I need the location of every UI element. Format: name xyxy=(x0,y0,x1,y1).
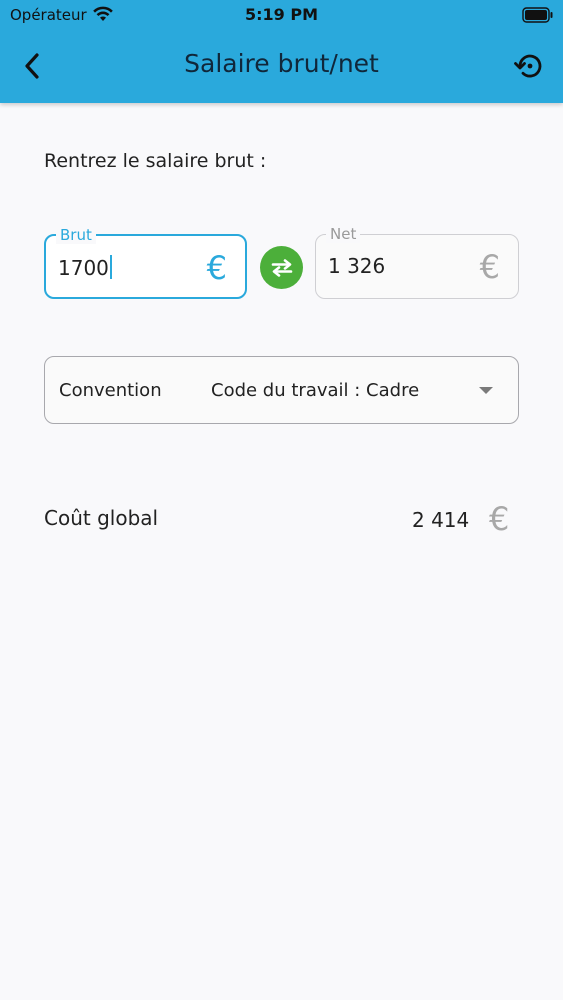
swap-arrows-icon xyxy=(271,258,292,277)
net-label: Net xyxy=(326,225,361,243)
history-button[interactable] xyxy=(510,48,548,84)
brut-value: 1700 xyxy=(58,255,112,280)
euro-icon: € xyxy=(206,249,227,287)
status-bar: Opérateur 5:19 PM xyxy=(0,0,563,30)
euro-icon: € xyxy=(479,248,500,286)
net-value: 1 326 xyxy=(328,254,386,278)
battery-icon xyxy=(522,7,553,23)
brut-input[interactable]: Brut 1700 € xyxy=(44,226,247,299)
dropdown-caret-icon xyxy=(479,387,493,394)
convention-select[interactable]: Convention Code du travail : Cadre xyxy=(44,356,519,424)
net-input[interactable]: Net 1 326 € xyxy=(315,225,519,299)
convention-value: Code du travail : Cadre xyxy=(211,380,420,401)
history-icon xyxy=(514,54,542,78)
brut-label: Brut xyxy=(56,226,96,244)
app-header: Opérateur 5:19 PM Salaire brut/net xyxy=(0,0,563,103)
convention-label: Convention xyxy=(59,380,162,401)
text-cursor xyxy=(109,255,112,279)
cost-value: 2 414 xyxy=(412,508,470,532)
euro-icon: € xyxy=(489,500,510,538)
swap-button[interactable] xyxy=(260,246,303,289)
prompt-text: Rentrez le salaire brut : xyxy=(44,150,267,172)
cost-label: Coût global xyxy=(44,506,159,530)
page-title: Salaire brut/net xyxy=(184,49,379,78)
status-time: 5:19 PM xyxy=(244,5,318,24)
